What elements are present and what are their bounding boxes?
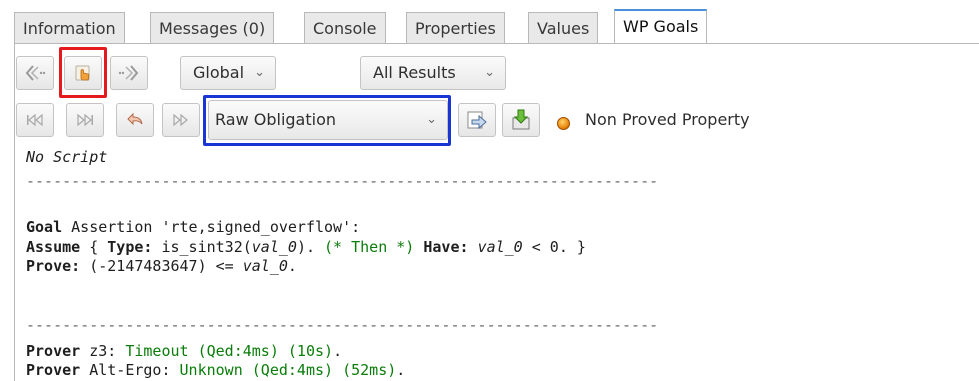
type-variable: val_0 (251, 238, 297, 256)
tab-values[interactable]: Values (528, 12, 599, 44)
prover-result-end: . (333, 342, 343, 360)
prove-expr: (-2147483647) <= (80, 257, 243, 275)
separator-line: ----------------------------------------… (26, 172, 659, 190)
tab-wp-goals-label: WP Goals (623, 17, 699, 36)
undo-button[interactable] (116, 103, 154, 137)
undo-icon (127, 112, 143, 126)
chevron-down-icon: ⌄ (426, 112, 437, 127)
prover-name: z3: (80, 342, 126, 360)
script-status: No Script (26, 148, 107, 167)
play-icon (467, 111, 487, 130)
have-expr: < 0. } (522, 238, 586, 256)
separator-line: ----------------------------------------… (26, 316, 659, 334)
prover-result: Timeout (Qed:4ms) (10s) (125, 342, 334, 360)
view-mode-value: Raw Obligation (215, 110, 336, 129)
last-icon (77, 114, 93, 126)
results-filter-select[interactable]: All Results ⌄ (360, 56, 506, 90)
scope-select[interactable]: Global ⌄ (180, 56, 276, 90)
view-mode-select[interactable]: Raw Obligation ⌄ (208, 100, 448, 140)
prover-result-row: Prover z3: Timeout (Qed:4ms) (10s). (26, 342, 342, 361)
prover-keyword: Prover (26, 361, 81, 379)
assume-line: Assume { Type: is_sint32(val_0). (* Then… (26, 238, 586, 257)
have-keyword: Have: (423, 238, 469, 256)
prover-result-end: . (396, 361, 406, 379)
tab-properties[interactable]: Properties (406, 12, 505, 44)
assume-keyword: Assume (26, 238, 81, 256)
goal-status-text: Non Proved Property (585, 110, 750, 129)
results-filter-value: All Results (373, 63, 456, 82)
prover-result-row: Prover Alt-Ergo: Unknown (Qed:4ms) (52ms… (26, 361, 405, 380)
play-script-button[interactable] (162, 103, 200, 137)
goal-description: Assertion 'rte,signed_overflow': (62, 218, 361, 236)
save-icon (512, 109, 530, 130)
tab-console[interactable]: Console (304, 12, 386, 44)
prove-variable: val_0 (242, 257, 288, 275)
prove-line: Prove: (-2147483647) <= val_0. (26, 257, 297, 276)
chevron-down-icon: ⌄ (484, 65, 495, 80)
type-expr: is_sint32( (152, 238, 252, 256)
scope-select-value: Global (193, 63, 245, 82)
tab-bar: Information Messages (0) Console Propert… (0, 0, 979, 45)
next-goal-button[interactable] (110, 56, 148, 90)
have-variable: val_0 (477, 238, 523, 256)
focus-goal-button[interactable] (64, 56, 102, 90)
prove-end: . (287, 257, 297, 275)
goal-keyword: Goal (26, 218, 63, 236)
first-icon (27, 114, 43, 126)
type-expr-end: ). (296, 238, 325, 256)
hand-pointer-icon (75, 65, 90, 81)
first-step-button[interactable] (16, 103, 54, 137)
have-space (469, 238, 478, 256)
script-status-text: No Script (26, 148, 108, 166)
status-indicator-icon (557, 117, 570, 130)
prover-name: Alt-Ergo: (80, 361, 180, 379)
assume-open: { (80, 238, 108, 256)
fast-forward-icon (173, 114, 188, 126)
chevron-down-icon: ⌄ (254, 65, 265, 80)
previous-goal-button[interactable] (16, 56, 54, 90)
prover-result: Unknown (Qed:4ms) (52ms) (179, 361, 397, 379)
tab-information[interactable]: Information (14, 12, 125, 44)
tab-wp-goals[interactable]: WP Goals (614, 9, 708, 45)
type-keyword: Type: (107, 238, 153, 256)
tab-messages[interactable]: Messages (0) (150, 12, 275, 44)
next-icon (118, 65, 139, 81)
previous-icon (25, 65, 46, 81)
last-step-button[interactable] (66, 103, 104, 137)
prove-keyword: Prove: (26, 257, 81, 275)
goal-line: Goal Assertion 'rte,signed_overflow': (26, 218, 360, 237)
then-comment: (* Then *) (324, 238, 415, 256)
save-script-button[interactable] (502, 103, 540, 137)
prover-keyword: Prover (26, 342, 81, 360)
run-prover-button[interactable] (458, 103, 496, 137)
